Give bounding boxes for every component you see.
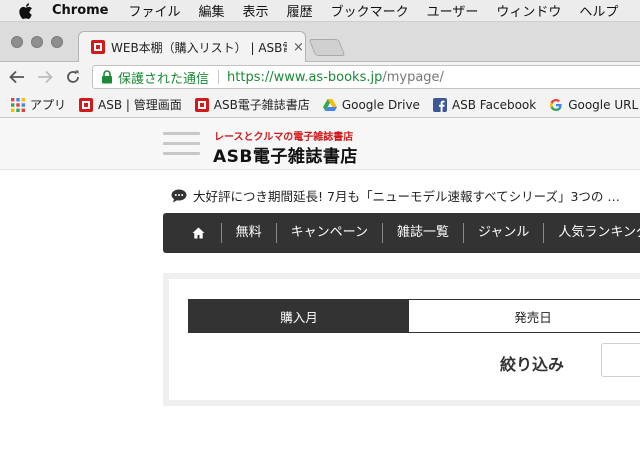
filter-select[interactable]: [601, 343, 640, 377]
lock-icon: [102, 70, 112, 84]
window-minimize-button[interactable]: [31, 36, 43, 48]
tab-title: WEB本棚（購入リスト） | ASB電子雑誌書店: [111, 40, 287, 55]
bookmark-google-drive[interactable]: Google Drive: [322, 97, 420, 112]
sort-segmented-control: 購入月 発売日: [188, 299, 640, 333]
apple-icon[interactable]: [19, 2, 35, 19]
asb-favicon: [91, 40, 105, 54]
apps-grid-icon: [11, 97, 25, 112]
bookmark-label: Google Drive: [341, 97, 420, 112]
hamburger-menu-icon[interactable]: [163, 132, 200, 156]
back-arrow-icon[interactable]: [8, 68, 26, 86]
asb-favicon: [79, 97, 94, 112]
bookmark-google-url-shortener[interactable]: Google URL Shortener: [549, 98, 640, 112]
web-page: レースとクルマの電子雑誌書店 ASB電子雑誌書店 大好評につき期間延長! 7月も…: [0, 118, 640, 451]
asb-favicon: [194, 97, 209, 112]
menu-app-chrome[interactable]: Chrome: [52, 3, 109, 18]
site-header: レースとクルマの電子雑誌書店 ASB電子雑誌書店: [0, 118, 640, 170]
macos-menu-bar: Chrome ファイル 編集 表示 履歴 ブックマーク ユーザー ウィンドウ ヘ…: [0, 0, 640, 22]
tab-close-icon[interactable]: ×: [293, 40, 304, 55]
home-icon[interactable]: [177, 227, 221, 239]
nav-genre[interactable]: ジャンル: [463, 223, 543, 243]
site-logo[interactable]: ASB電子雑誌書店: [213, 142, 358, 167]
menu-bookmarks[interactable]: ブックマーク: [331, 1, 409, 20]
menu-edit[interactable]: 編集: [199, 1, 225, 20]
google-icon: [550, 98, 562, 111]
new-tab-button[interactable]: [308, 39, 346, 56]
facebook-icon: [432, 97, 447, 112]
bookmark-label: Google URL Shortener: [568, 97, 640, 112]
menu-people[interactable]: ユーザー: [427, 1, 479, 20]
menu-view[interactable]: 表示: [243, 1, 269, 20]
url-path: /mypage/: [382, 69, 444, 85]
nav-ranking[interactable]: 人気ランキング: [543, 223, 640, 243]
url-host: https://www.as-books.jp: [227, 69, 383, 85]
menu-file[interactable]: ファイル: [129, 1, 181, 20]
bookmark-label: ASB | 管理画面: [98, 98, 182, 112]
browser-tab-active[interactable]: WEB本棚（購入リスト） | ASB電子雑誌書店 ×: [78, 31, 306, 62]
menu-history[interactable]: 履歴: [287, 1, 313, 20]
window-close-button[interactable]: [11, 36, 23, 48]
google-drive-icon: [322, 98, 337, 111]
notice-ticker[interactable]: 大好評につき期間延長! 7月も「ニューモデル速報すべてシリーズ」3つの …: [171, 186, 620, 205]
nav-campaign[interactable]: キャンペーン: [275, 223, 382, 243]
notice-text: 大好評につき期間延長! 7月も「ニューモデル速報すべてシリーズ」3つの …: [193, 189, 620, 204]
sort-by-purchase-month-tab[interactable]: 購入月: [189, 300, 409, 332]
browser-toolbar: 保護された通信 https://www.as-books.jp/mypage/: [0, 62, 640, 92]
logo-tagline[interactable]: レースとクルマの電子雑誌書店: [214, 128, 353, 143]
menu-window[interactable]: ウィンドウ: [496, 1, 561, 20]
omnibox-separator: [218, 70, 220, 84]
purchase-list-panel: 購入月 発売日 絞り込み: [163, 273, 640, 406]
menu-help[interactable]: ヘルプ: [579, 1, 618, 20]
bookmark-apps[interactable]: アプリ: [11, 96, 66, 113]
bookmark-label: アプリ: [30, 98, 67, 112]
bookmarks-bar: アプリ ASB | 管理画面 ASB電子雑誌書店 Google Drive AS…: [0, 92, 640, 118]
forward-arrow-icon[interactable]: [36, 68, 54, 86]
address-bar[interactable]: 保護された通信 https://www.as-books.jp/mypage/: [92, 65, 640, 89]
bookmark-asb-store[interactable]: ASB電子雑誌書店: [194, 96, 310, 113]
filter-label: 絞り込み: [500, 355, 565, 374]
bookmark-asb-admin[interactable]: ASB | 管理画面: [79, 96, 182, 113]
reload-icon[interactable]: [64, 68, 82, 86]
nav-free[interactable]: 無料: [220, 223, 276, 243]
secure-connection-label[interactable]: 保護された通信: [118, 68, 209, 87]
bookmark-label: ASB Facebook: [451, 97, 537, 112]
speech-bubble-icon: [171, 189, 187, 202]
window-zoom-button[interactable]: [51, 36, 63, 48]
bookmark-asb-facebook[interactable]: ASB Facebook: [432, 97, 537, 112]
tab-strip: WEB本棚（購入リスト） | ASB電子雑誌書店 ×: [0, 22, 640, 62]
bookmark-label: ASB電子雑誌書店: [213, 98, 310, 112]
site-nav-bar: 無料 キャンペーン 雑誌一覧 ジャンル 人気ランキング: [163, 213, 640, 253]
nav-magazine-list[interactable]: 雑誌一覧: [382, 223, 463, 243]
sort-by-release-date-tab[interactable]: 発売日: [408, 300, 640, 332]
